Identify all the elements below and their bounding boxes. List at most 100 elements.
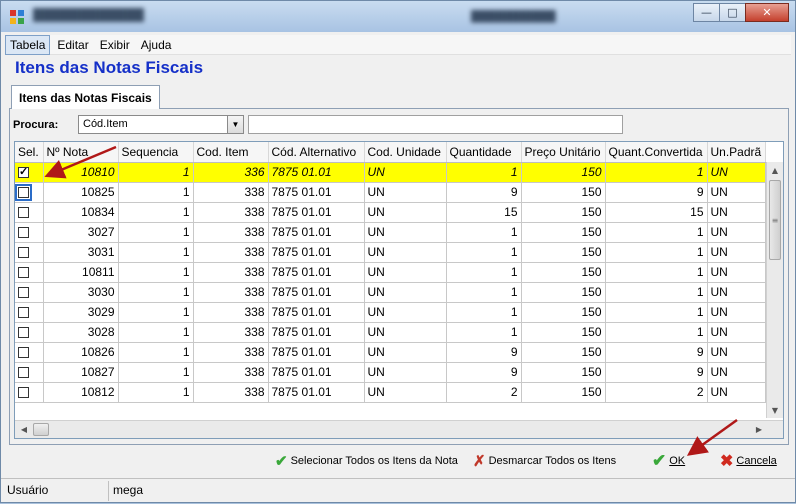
menu-editar[interactable]: Editar [53, 36, 92, 54]
row-checkbox[interactable] [18, 287, 29, 299]
cell-preco: 150 [521, 282, 606, 303]
menu-exibir[interactable]: Exibir [96, 36, 134, 54]
cell-nota: 10826 [43, 342, 119, 363]
cancel-label: Cancela [736, 455, 777, 467]
tab-itens-notas[interactable]: Itens das Notas Fiscais [11, 85, 160, 109]
window-controls: — □ ✕ [693, 3, 789, 23]
cell-conv: 1 [605, 322, 708, 343]
search-label: Procura: [13, 119, 59, 131]
table-row[interactable]: 10825 1 338 7875 01.01 UN 9 150 9 UN [15, 182, 766, 203]
cell-seq: 1 [118, 302, 194, 323]
ok-button[interactable]: ✔ OK [652, 451, 685, 470]
cell-alt: 7875 01.01 [268, 342, 365, 363]
column-header[interactable]: Sequencia [118, 142, 194, 163]
checkmark-icon: ✔ [652, 451, 667, 470]
cell-preco: 150 [521, 382, 606, 403]
table-row[interactable]: 3027 1 338 7875 01.01 UN 1 150 1 UN [15, 222, 766, 243]
row-checkbox[interactable] [18, 165, 29, 179]
table-row[interactable]: 3028 1 338 7875 01.01 UN 1 150 1 UN [15, 322, 766, 343]
scroll-right-icon[interactable]: ▶ [751, 421, 767, 437]
cell-qtd: 2 [446, 382, 522, 403]
row-checkbox[interactable] [18, 227, 29, 239]
search-input[interactable] [248, 115, 623, 134]
cell-un: UN [364, 342, 447, 363]
hscroll-thumb[interactable] [33, 423, 49, 436]
cell-seq: 1 [118, 182, 194, 203]
cancel-button[interactable]: ✖ Cancela [720, 453, 777, 470]
cell-conv: 9 [605, 182, 708, 203]
cancel-x-icon: ✖ [720, 453, 734, 470]
row-checkbox[interactable] [18, 387, 29, 399]
row-select-cell [15, 182, 44, 203]
column-header[interactable]: Preço Unitário [521, 142, 606, 163]
cell-alt: 7875 01.01 [268, 222, 365, 243]
cell-seq: 1 [118, 262, 194, 283]
row-select-cell [15, 382, 44, 403]
row-select-cell [15, 222, 44, 243]
column-header[interactable]: Sel. [15, 142, 44, 163]
row-checkbox[interactable] [18, 347, 29, 359]
row-select-cell [15, 202, 44, 223]
select-all-button[interactable]: ✔ Selecionar Todos os Itens da Nota [275, 453, 458, 470]
cell-padrao: UN [707, 162, 766, 183]
row-select-cell [15, 282, 44, 303]
cell-conv: 9 [605, 362, 708, 383]
column-header[interactable]: Cód. Alternativo [268, 142, 365, 163]
row-checkbox[interactable] [18, 247, 29, 259]
table-row[interactable]: 10826 1 338 7875 01.01 UN 9 150 9 UN [15, 342, 766, 363]
search-field-select[interactable]: Cód.Item ▼ [78, 115, 244, 134]
cell-padrao: UN [707, 362, 766, 383]
column-header[interactable]: Cod. Item [193, 142, 269, 163]
vertical-scrollbar[interactable]: ▲ ≡ ▼ [766, 162, 783, 418]
close-icon[interactable]: ✕ [745, 3, 789, 22]
table-row[interactable]: 10812 1 338 7875 01.01 UN 2 150 2 UN [15, 382, 766, 403]
column-header[interactable]: Cod. Unidade [364, 142, 447, 163]
scroll-down-icon[interactable]: ▼ [767, 402, 783, 418]
row-checkbox[interactable] [18, 327, 29, 339]
scroll-thumb[interactable]: ≡ [769, 180, 781, 260]
dropdown-arrow-icon[interactable]: ▼ [227, 116, 243, 133]
cell-preco: 150 [521, 242, 606, 263]
cell-item: 336 [193, 162, 269, 183]
cell-preco: 150 [521, 322, 606, 343]
menu-ajuda[interactable]: Ajuda [137, 36, 176, 54]
row-checkbox[interactable] [18, 367, 29, 379]
cell-nota: 10810 [43, 162, 119, 183]
cell-alt: 7875 01.01 [268, 242, 365, 263]
scroll-up-icon[interactable]: ▲ [767, 162, 783, 178]
row-checkbox[interactable] [15, 184, 32, 201]
row-checkbox[interactable] [18, 307, 29, 319]
cell-un: UN [364, 162, 447, 183]
menu-tabela[interactable]: Tabela [5, 34, 51, 55]
horizontal-scrollbar[interactable]: ◀ ▶ [15, 420, 783, 438]
maximize-icon[interactable]: □ [719, 3, 746, 22]
table-row[interactable]: 3030 1 338 7875 01.01 UN 1 150 1 UN [15, 282, 766, 303]
table-row[interactable]: 3031 1 338 7875 01.01 UN 1 150 1 UN [15, 242, 766, 263]
row-select-cell [15, 262, 44, 283]
scroll-left-icon[interactable]: ◀ [16, 421, 32, 437]
cell-conv: 1 [605, 282, 708, 303]
table-row[interactable]: 10827 1 338 7875 01.01 UN 9 150 9 UN [15, 362, 766, 383]
cell-nota: 3031 [43, 242, 119, 263]
column-header[interactable]: Quantidade [446, 142, 522, 163]
table-row[interactable]: 3029 1 338 7875 01.01 UN 1 150 1 UN [15, 302, 766, 323]
table-row[interactable]: 10834 1 338 7875 01.01 UN 15 150 15 UN [15, 202, 766, 223]
deselect-all-button[interactable]: ✗ Desmarcar Todos os Itens [473, 453, 616, 470]
cell-qtd: 1 [446, 282, 522, 303]
table-row[interactable]: 1081013367875 01.01UN11501UN [15, 162, 766, 183]
cell-padrao: UN [707, 382, 766, 403]
row-checkbox[interactable] [18, 207, 29, 219]
column-header[interactable]: Un.Padrã [707, 142, 766, 163]
minimize-icon[interactable]: — [693, 3, 720, 22]
column-header[interactable]: Nº Nota [43, 142, 119, 163]
cell-un: UN [364, 182, 447, 203]
cell-conv: 15 [605, 202, 708, 223]
cell-preco: 150 [521, 162, 606, 183]
table-row[interactable]: 10811 1 338 7875 01.01 UN 1 150 1 UN [15, 262, 766, 283]
cell-preco: 150 [521, 202, 606, 223]
row-checkbox[interactable] [18, 267, 29, 279]
cell-preco: 150 [521, 262, 606, 283]
cell-preco: 150 [521, 182, 606, 203]
cell-padrao: UN [707, 182, 766, 203]
column-header[interactable]: Quant.Convertida [605, 142, 708, 163]
